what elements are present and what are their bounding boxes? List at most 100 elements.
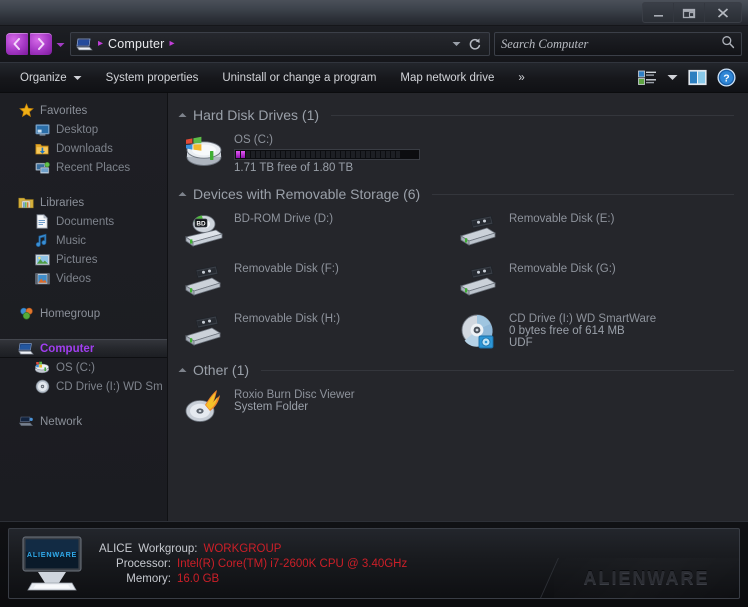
view-layout-icon[interactable] [638,70,657,86]
sidebar-item-label: Libraries [40,196,85,209]
search-icon[interactable] [721,35,735,54]
item-tile-roxio-burn-disc-viewer[interactable]: Roxio Burn Disc Viewer System Folder [182,382,457,432]
toolbar-item-organize[interactable]: Organize [8,66,94,90]
capacity-segment [371,151,375,158]
capacity-segment [331,151,335,158]
details-row-memory: Memory: 16.0 GB [99,573,407,585]
sidebar-item-computer[interactable]: Computer [0,339,167,358]
drive-tile-removable-g[interactable]: Removable Disk (G:) [457,256,732,306]
navigation-buttons [6,33,66,55]
bd-rom-drive-icon: BD [182,212,226,250]
details-key: Workgroup: [138,542,198,555]
restore-icon [682,7,696,19]
toolbar-item-system-properties[interactable]: System properties [94,66,211,90]
capacity-segment [286,151,290,158]
details-row-workgroup: ALICE Workgroup: WORKGROUP [99,543,407,555]
capacity-segment [341,151,345,158]
preview-pane-icon[interactable] [688,69,707,86]
capacity-segment [376,151,380,158]
sidebar-item-recent-places[interactable]: Recent Places [0,158,167,177]
capacity-segment [246,151,250,158]
details-fields: ALICE Workgroup: WORKGROUP Processor: In… [95,543,407,585]
group-rule [261,369,734,371]
breadcrumb-computer[interactable]: Computer [108,37,164,51]
sidebar-item-videos[interactable]: Videos [0,269,167,288]
breadcrumb-bar[interactable]: ▸ Computer ▸ [70,32,490,56]
capacity-segment [346,151,350,158]
minimize-button[interactable] [643,3,674,22]
breadcrumb-separator-trailing[interactable]: ▸ [165,39,180,49]
sidebar-item-pictures[interactable]: Pictures [0,250,167,269]
computer-icon [18,341,34,357]
triangle-up-icon[interactable] [178,190,187,199]
group-header-other[interactable]: Other (1) [168,356,748,382]
capacity-segment [336,151,340,158]
nav-group-network: Network [0,412,167,431]
toolbar-item-uninstall-program[interactable]: Uninstall or change a program [210,66,388,90]
capacity-segment [351,151,355,158]
view-layout-dropdown-icon[interactable] [667,74,678,81]
drive-tile-cd-drive-i[interactable]: CD Drive (I:) WD SmartWare 0 bytes free … [457,306,732,356]
details-value: 16.0 GB [177,572,220,585]
toolbar-item-map-network-drive[interactable]: Map network drive [388,66,506,90]
restore-button[interactable] [674,3,705,22]
sidebar-item-homegroup[interactable]: Homegroup [0,304,167,323]
details-key: Processor: [116,557,171,570]
toolbar-right-actions: ? [638,68,740,87]
group-header-hard-disk-drives[interactable]: Hard Disk Drives (1) [168,101,748,127]
toolbar-overflow-button[interactable]: » [506,66,536,90]
sidebar-item-label: Computer [40,342,95,355]
desktop-icon [34,122,50,138]
sidebar-item-network[interactable]: Network [0,412,167,431]
capacity-segment [296,151,300,158]
navigation-pane[interactable]: Favorites Desktop Downloads Recent Place… [0,93,168,521]
capacity-segment [321,151,325,158]
forward-button[interactable] [30,33,52,55]
drive-name: Removable Disk (F:) [234,263,339,275]
items-view[interactable]: Hard Disk Drives (1) OS (C:) 1.71 TB fre… [168,93,748,521]
capacity-segment [291,151,295,158]
capacity-segment [276,151,280,158]
help-icon[interactable]: ? [717,68,736,87]
computer-name: ALICE [99,542,133,555]
chevron-down-icon[interactable] [452,39,461,49]
drive-tile-removable-e[interactable]: Removable Disk (E:) [457,206,732,256]
sidebar-item-documents[interactable]: Documents [0,212,167,231]
sidebar-item-cd-drive-i[interactable]: CD Drive (I:) WD Sm [0,377,167,396]
sidebar-item-downloads[interactable]: Downloads [0,139,167,158]
videos-icon [34,271,50,287]
group-header-removable-storage[interactable]: Devices with Removable Storage (6) [168,180,748,206]
capacity-segment [366,151,370,158]
triangle-up-icon[interactable] [178,111,187,120]
search-input[interactable]: Search Computer [501,37,588,52]
search-box[interactable]: Search Computer [494,32,742,56]
back-button[interactable] [6,33,28,55]
triangle-up-icon[interactable] [178,366,187,375]
capacity-segment [311,151,315,158]
drive-tile-bd-rom-d[interactable]: BD BD-ROM Drive (D:) [182,206,457,256]
removable-disk-icon [182,262,226,300]
sidebar-item-music[interactable]: Music [0,231,167,250]
drive-tile-removable-h[interactable]: Removable Disk (H:) [182,306,457,356]
command-toolbar: Organize System properties Uninstall or … [0,62,748,93]
capacity-segment [271,151,275,158]
sidebar-item-favorites[interactable]: Favorites [0,101,167,120]
details-row-processor: Processor: Intel(R) Core(TM) i7-2600K CP… [99,558,407,570]
details-value: WORKGROUP [203,542,282,555]
drive-tile-removable-f[interactable]: Removable Disk (F:) [182,256,457,306]
history-dropdown-button[interactable] [54,35,66,53]
sidebar-item-label: CD Drive (I:) WD Sm [56,380,163,393]
drive-tile-os-c[interactable]: OS (C:) 1.71 TB free of 1.80 TB [182,127,457,180]
breadcrumb-separator-leading: ▸ [98,38,104,49]
music-icon [34,233,50,249]
toolbar-label: Uninstall or change a program [222,71,377,84]
sidebar-item-libraries[interactable]: Libraries [0,193,167,212]
close-button[interactable] [705,3,741,22]
hard-drive-icon [34,360,50,376]
sidebar-item-label: Downloads [56,142,113,155]
sidebar-item-os-c[interactable]: OS (C:) [0,358,167,377]
sidebar-item-desktop[interactable]: Desktop [0,120,167,139]
refresh-icon[interactable] [467,36,483,52]
drive-info-removable-f: Removable Disk (F:) [234,262,339,275]
